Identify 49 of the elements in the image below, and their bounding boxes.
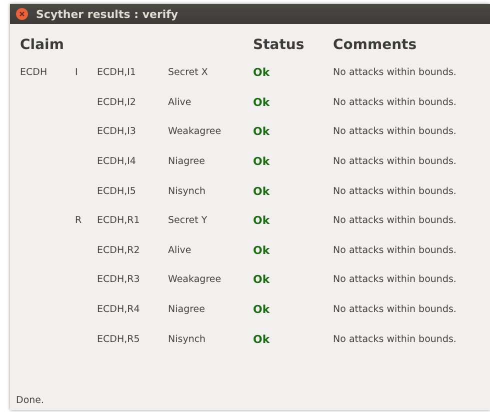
claim-cell-text: Niagree <box>168 303 206 318</box>
status-cell-text: Ok <box>253 94 271 111</box>
window-title: Scyther results : verify <box>36 8 178 20</box>
comment-cell-text: No attacks within bounds. <box>333 125 458 140</box>
status-cell-text: Ok <box>253 184 271 200</box>
role-cell-text: R <box>75 214 83 228</box>
claim-cell-text: Nisynch <box>168 332 207 347</box>
status-cell-text: Ok <box>253 65 271 82</box>
comment-cell-text: No attacks within bounds. <box>333 273 458 288</box>
role-cell-text: I <box>75 66 79 80</box>
status-cell-text: Ok <box>253 302 271 318</box>
claim-id-cell-text: ECDH,R3 <box>97 273 141 288</box>
protocol-cell-text: ECDH <box>20 66 48 80</box>
claim-cell-text: Alive <box>168 244 192 258</box>
claim-cell-text: Weakagree <box>168 273 222 288</box>
comment-cell-text: No attacks within bounds. <box>333 184 458 199</box>
claim-cell-text: Secret Y <box>168 214 208 228</box>
claim-id-cell-text: ECDH,R5 <box>97 332 141 347</box>
comment-cell-text: No attacks within bounds. <box>333 244 458 258</box>
claim-id-cell-text: ECDH,I4 <box>97 155 137 170</box>
claim-id-cell-text: ECDH,I5 <box>97 184 137 199</box>
claim-cell-text: Nisynch <box>168 184 207 199</box>
claim-id-cell-text: ECDH,I1 <box>97 66 137 80</box>
comment-cell-text: No attacks within bounds. <box>333 303 458 318</box>
claim-cell-text: Niagree <box>168 155 206 170</box>
column-header: Comments <box>333 36 418 55</box>
claim-cell-text: Alive <box>168 96 192 110</box>
comment-cell-text: No attacks within bounds. <box>333 155 458 170</box>
claim-id-cell-text: ECDH,R4 <box>97 303 141 318</box>
status-cell-text: Ok <box>253 213 271 230</box>
status-cell-text: Ok <box>253 272 271 288</box>
close-icon[interactable] <box>16 8 28 20</box>
column-header: Status <box>253 36 306 55</box>
claim-id-cell-text: ECDH,I3 <box>97 125 137 140</box>
status-cell-text: Ok <box>253 124 271 140</box>
comment-cell-text: No attacks within bounds. <box>333 96 458 110</box>
column-header: Claim <box>20 36 65 55</box>
claim-cell-text: Weakagree <box>168 125 222 140</box>
status-cell-text: Ok <box>253 242 271 259</box>
claim-id-cell-text: ECDH,R2 <box>97 244 141 258</box>
status-cell-text: Ok <box>253 332 271 348</box>
claim-id-cell-text: ECDH,I2 <box>97 96 137 110</box>
status-cell-text: Ok <box>253 154 271 170</box>
claim-id-cell-text: ECDH,R1 <box>97 214 141 228</box>
status-text: Done. <box>15 395 46 408</box>
comment-cell-text: No attacks within bounds. <box>333 66 458 80</box>
claim-cell-text: Secret X <box>168 66 209 80</box>
comment-cell-text: No attacks within bounds. <box>333 332 458 347</box>
comment-cell-text: No attacks within bounds. <box>333 214 458 228</box>
